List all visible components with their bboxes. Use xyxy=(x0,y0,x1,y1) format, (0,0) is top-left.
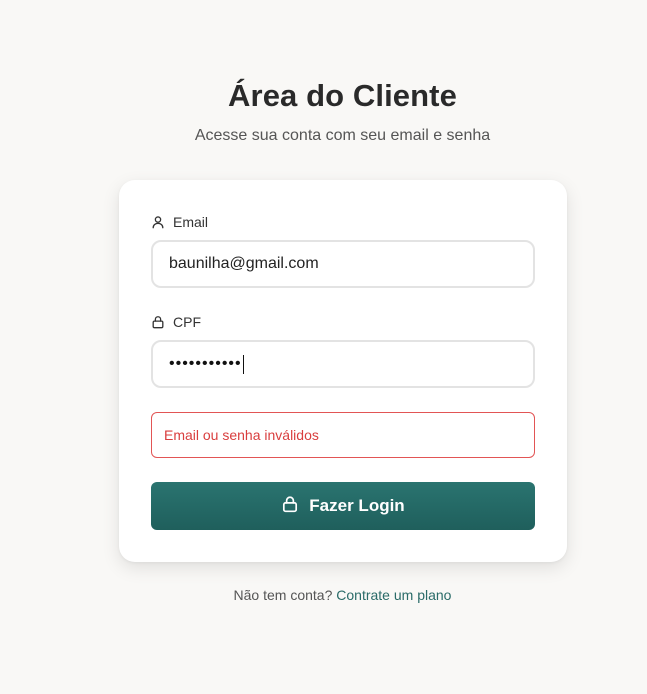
cpf-label-text: CPF xyxy=(173,314,201,330)
email-label-text: Email xyxy=(173,214,209,230)
text-caret xyxy=(242,354,244,374)
lock-icon xyxy=(281,495,299,518)
login-page: Área do Cliente Acesse sua conta com seu… xyxy=(0,0,647,694)
email-input[interactable] xyxy=(151,240,535,288)
signup-prompt-text: Não tem conta? xyxy=(233,587,333,603)
email-label: Email xyxy=(151,214,208,230)
cpf-masked-value: ••••••••••• xyxy=(169,355,242,372)
signup-link[interactable]: Contrate um plano xyxy=(336,587,451,603)
signup-prompt: Não tem conta? Contrate um plano xyxy=(0,587,647,603)
page-title: Área do Cliente xyxy=(228,78,457,113)
login-card: Email CPF ••••••••••• Email ou senha inv… xyxy=(119,180,567,562)
login-button[interactable]: Fazer Login xyxy=(151,482,535,530)
lock-icon xyxy=(151,315,165,329)
cpf-input[interactable]: ••••••••••• xyxy=(151,340,535,388)
cpf-label: CPF xyxy=(151,314,201,330)
page-subtitle: Acesse sua conta com seu email e senha xyxy=(194,127,491,144)
user-icon xyxy=(151,215,165,229)
login-button-label: Fazer Login xyxy=(309,496,405,515)
error-message: Email ou senha inválidos xyxy=(151,412,535,458)
